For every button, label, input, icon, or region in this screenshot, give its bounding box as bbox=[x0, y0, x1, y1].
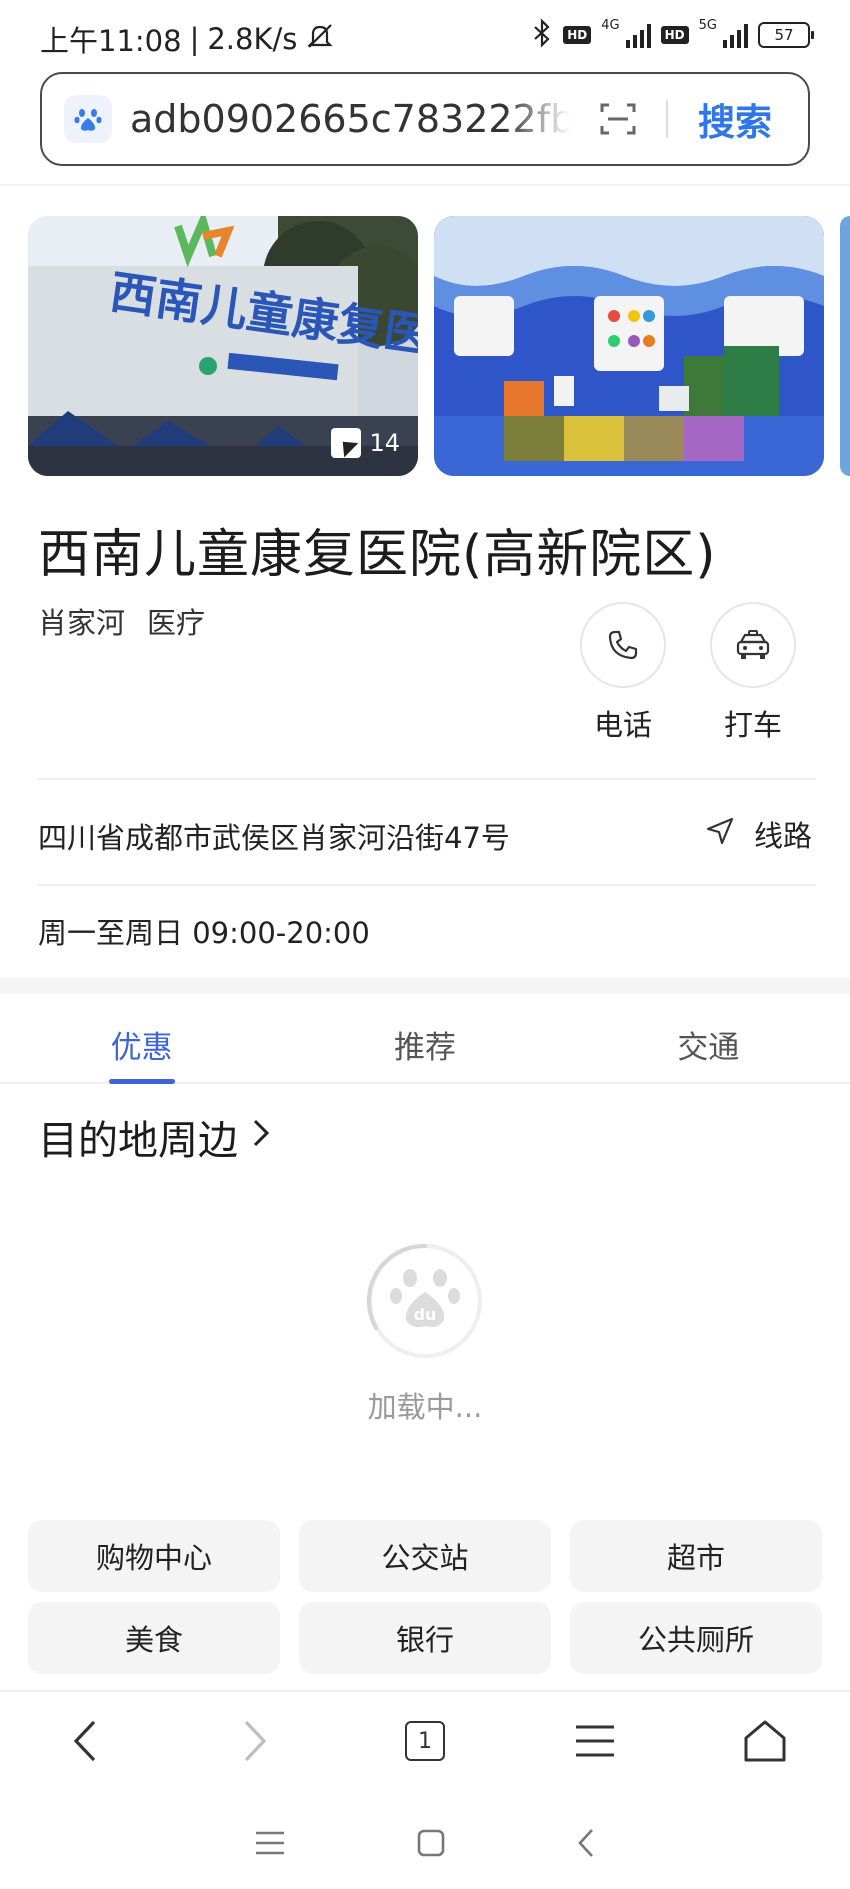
chip-bank[interactable]: 银行 bbox=[299, 1602, 551, 1674]
content-tabs: 优惠 推荐 交通 bbox=[0, 994, 850, 1084]
home-icon bbox=[744, 1720, 786, 1762]
signal-icon-1 bbox=[625, 22, 651, 48]
system-home-button[interactable] bbox=[416, 1828, 446, 1862]
chip-food[interactable]: 美食 bbox=[28, 1602, 280, 1674]
system-back-icon bbox=[578, 1828, 593, 1857]
divider-1 bbox=[38, 778, 816, 780]
section-gap bbox=[0, 978, 850, 994]
navigate-arrow-icon bbox=[704, 815, 736, 854]
nearby-title-link[interactable]: 目的地周边 bbox=[38, 1108, 272, 1166]
chip-supermarket[interactable]: 超市 bbox=[570, 1520, 822, 1592]
photo-next-partial[interactable] bbox=[840, 216, 850, 476]
battery-icon: 57 bbox=[758, 22, 814, 48]
recent-apps-button[interactable] bbox=[254, 1829, 286, 1861]
phone-icon bbox=[580, 602, 666, 688]
tag-area[interactable]: 肖家河 bbox=[38, 600, 125, 642]
nearby-title: 目的地周边 bbox=[38, 1118, 238, 1164]
back-button[interactable] bbox=[45, 1701, 125, 1781]
forward-button[interactable] bbox=[215, 1701, 295, 1781]
photo-count-badge: 14 bbox=[331, 428, 400, 458]
taxi-icon bbox=[710, 602, 796, 688]
photo-hospital-exterior[interactable]: 西南儿童康复医院 14 bbox=[28, 216, 418, 476]
search-button[interactable]: 搜索 bbox=[698, 92, 772, 146]
hd-badge-2: HD bbox=[660, 26, 689, 44]
chevron-left-icon bbox=[73, 1720, 96, 1762]
call-button[interactable]: 电话 bbox=[580, 602, 666, 744]
header-separator bbox=[0, 184, 850, 186]
status-divider: | bbox=[189, 22, 200, 56]
chevron-right-icon bbox=[250, 1114, 272, 1160]
menu-icon bbox=[576, 1725, 614, 1757]
tab-transport[interactable]: 交通 bbox=[567, 994, 850, 1082]
network-type-1: 4G bbox=[601, 17, 620, 33]
tabs-count-icon: 1 bbox=[405, 1721, 445, 1761]
loading-text: 加载中... bbox=[367, 1390, 483, 1424]
status-net-speed: 2.8K/s bbox=[207, 22, 298, 56]
menu-button[interactable] bbox=[555, 1701, 635, 1781]
photo-count: 14 bbox=[369, 429, 400, 457]
chip-bus-stop[interactable]: 公交站 bbox=[299, 1520, 551, 1592]
square-home-icon bbox=[417, 1829, 445, 1856]
hd-badge-1: HD bbox=[563, 26, 592, 44]
call-label: 电话 bbox=[593, 708, 652, 742]
search-divider bbox=[666, 100, 668, 138]
search-bar[interactable]: adb0902665c783222fb96 搜索 bbox=[40, 72, 810, 166]
system-nav-bar bbox=[0, 1800, 850, 1889]
home-button[interactable] bbox=[725, 1701, 805, 1781]
place-tags: 肖家河 医疗 bbox=[38, 600, 205, 642]
mute-icon bbox=[305, 21, 335, 58]
recent-apps-icon bbox=[256, 1831, 284, 1854]
chip-public-toilet[interactable]: 公共厕所 bbox=[570, 1602, 822, 1674]
browser-toolbar: 1 bbox=[0, 1690, 850, 1790]
route-label: 线路 bbox=[753, 819, 812, 853]
battery-level: 57 bbox=[774, 26, 794, 44]
status-time: 上午11:08 bbox=[40, 24, 182, 58]
status-right: HD 4G HD 5G 57 bbox=[531, 17, 814, 52]
bluetooth-icon bbox=[531, 18, 553, 52]
network-type-2: 5G bbox=[698, 17, 717, 33]
opening-hours: 周一至周日 09:00-20:00 bbox=[38, 916, 370, 950]
route-button[interactable]: 线路 bbox=[704, 813, 812, 855]
tabs-button[interactable]: 1 bbox=[385, 1701, 465, 1781]
signal-icon-2 bbox=[723, 22, 748, 48]
place-address[interactable]: 四川省成都市武侯区肖家河沿街47号 bbox=[38, 815, 510, 857]
status-left: 上午11:08 | 2.8K/s bbox=[40, 18, 335, 60]
tab-deals[interactable]: 优惠 bbox=[0, 994, 283, 1082]
taxi-label: 打车 bbox=[723, 708, 782, 742]
loading-spinner-icon: du bbox=[366, 1242, 484, 1360]
chip-shopping-center[interactable]: 购物中心 bbox=[28, 1520, 280, 1592]
photo-interior-room[interactable] bbox=[434, 216, 824, 476]
divider-2 bbox=[38, 884, 816, 886]
place-name: 西南儿童康复医院(高新院区) bbox=[38, 525, 717, 585]
url-input[interactable]: adb0902665c783222fb96 bbox=[130, 97, 570, 141]
status-bar: 上午11:08 | 2.8K/s HD 4G HD 5G 57 bbox=[0, 0, 850, 72]
baidu-paw-icon bbox=[64, 95, 112, 143]
gallery-icon bbox=[331, 428, 362, 458]
svg-text:du: du bbox=[414, 1305, 437, 1324]
taxi-button[interactable]: 打车 bbox=[710, 602, 796, 744]
tag-category[interactable]: 医疗 bbox=[147, 600, 205, 642]
tab-count: 1 bbox=[418, 1728, 432, 1754]
scan-icon[interactable] bbox=[598, 99, 638, 139]
system-back-button[interactable] bbox=[576, 1827, 596, 1863]
tab-recommend[interactable]: 推荐 bbox=[283, 994, 566, 1082]
chevron-right-icon bbox=[244, 1720, 267, 1762]
